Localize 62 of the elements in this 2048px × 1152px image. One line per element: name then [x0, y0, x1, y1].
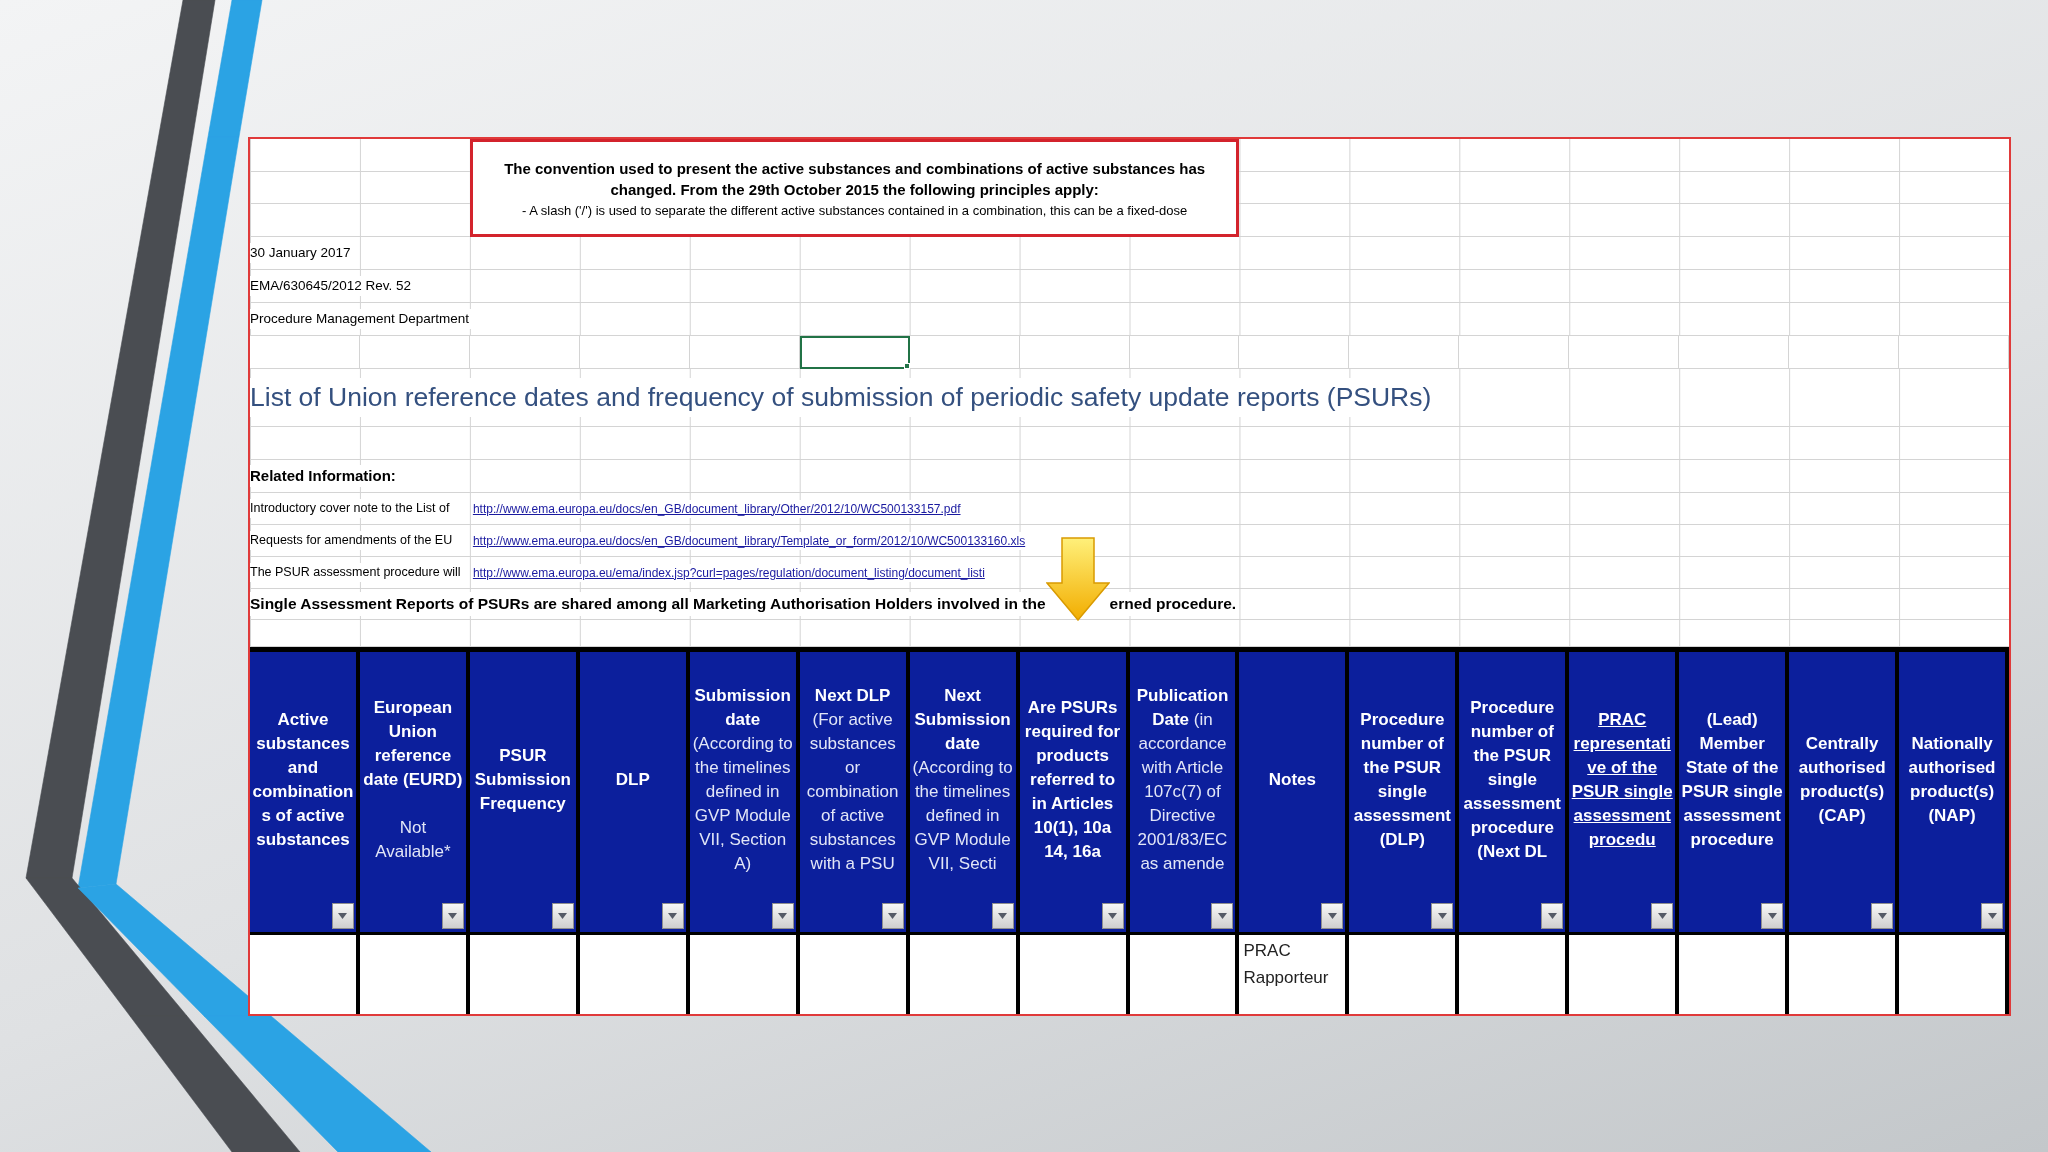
filter-dropdown-button[interactable]	[1541, 903, 1564, 929]
column-header-label: Are PSURs required for products referred to in Articles 10(1), 10a 14, 16a	[1023, 696, 1122, 863]
link-description: The PSUR assessment procedure will	[250, 563, 461, 582]
down-arrow-icon	[1045, 537, 1110, 621]
caret-down-icon	[1877, 913, 1887, 919]
filter-dropdown-button[interactable]	[1871, 903, 1894, 929]
notice-heading: The convention used to present the active substances and combinations of active substances has changed. From the 29th October 2015 the following principles apply:	[503, 158, 1207, 200]
caret-down-icon	[888, 913, 898, 919]
filter-dropdown-button[interactable]	[441, 903, 464, 929]
column-header-label: Submission date (According to the timelines defined in GVP Module VII, Section A)	[691, 684, 794, 875]
filter-dropdown-button[interactable]	[551, 903, 574, 929]
caret-down-icon	[338, 913, 348, 919]
caret-down-icon	[1108, 913, 1117, 919]
filter-dropdown-button[interactable]	[771, 903, 794, 929]
filter-dropdown-button[interactable]	[1651, 903, 1674, 929]
document-info-text: Procedure Management Department	[250, 308, 474, 330]
column-header-label: Procedure number of the PSUR single assessment (DLP)	[1352, 708, 1452, 851]
filter-dropdown-button[interactable]	[1211, 903, 1234, 929]
column-header-label: Centrally authorised product(s) (CAP)	[1797, 732, 1887, 827]
column-header-label: Notes	[1267, 768, 1317, 791]
filter-dropdown-button[interactable]	[661, 903, 684, 929]
caret-down-icon	[1437, 913, 1447, 919]
caret-down-icon	[1547, 913, 1557, 919]
column-header-label: Procedure number of the PSUR single assessment procedure (Next DL	[1462, 696, 1562, 863]
filter-dropdown-button[interactable]	[1321, 903, 1344, 929]
column-header-label: PRAC representative of the PSUR single assessment procedu	[1571, 708, 1674, 851]
link-description: Requests for amendments of the EU	[250, 531, 453, 550]
filter-dropdown-button[interactable]	[331, 903, 354, 929]
caret-down-icon	[668, 913, 678, 919]
caret-down-icon	[1217, 913, 1227, 919]
filter-dropdown-button[interactable]	[1981, 903, 2003, 929]
column-header-label: (Lead) Member State of the PSUR single assessment procedure	[1681, 708, 1784, 851]
column-header-label: Next Submission date (According to the timelines defined in GVP Module VII, Secti	[911, 684, 1014, 875]
filter-dropdown-button[interactable]	[991, 903, 1014, 929]
column-header-label: Active substances and combinations of active substances	[252, 708, 354, 851]
caret-down-icon	[1657, 913, 1667, 919]
notice-text: Single Assessment Reports of PSURs are shared among all Marketing Authorisation Holders involved in the	[250, 592, 1046, 616]
document-link[interactable]: http://www.ema.europa.eu/docs/en_GB/document_library/Other/2012/10/WC500133157.pdf	[472, 499, 961, 518]
notice-text: erned procedure.	[1109, 592, 1237, 616]
column-header-label: Publication Date (in accordance with Article 107c(7) of Directive 2001/83/EC as amende	[1135, 684, 1230, 875]
document-link[interactable]: http://www.ema.europa.eu/ema/index.jsp?curl=pages/regulation/document_listing/document_listi	[472, 563, 985, 582]
notice-principle: - A slash ('/') is used to separate the different active substances contained in a combination, this can be a fixed-dose	[522, 202, 1188, 219]
document-link[interactable]: http://www.ema.europa.eu/docs/en_GB/document_library/Template_or_form/2012/10/WC500133160.xls	[472, 531, 1026, 550]
column-header-label: Next DLP (For active substances or combination of active substances with a PSU	[805, 684, 900, 875]
column-header-label: European Union reference date (EURD)	[362, 696, 464, 791]
sheet-cell[interactable]	[799, 336, 910, 369]
filter-dropdown-button[interactable]	[1431, 903, 1454, 929]
column-header-label: Nationally authorised product(s) (NAP)	[1907, 732, 1997, 827]
caret-down-icon	[558, 913, 568, 919]
column-header-label: DLP	[614, 768, 651, 791]
caret-down-icon	[1987, 913, 1997, 919]
filter-dropdown-button[interactable]	[1761, 903, 1784, 929]
filter-dropdown-button[interactable]	[881, 903, 904, 929]
caret-down-icon	[1767, 913, 1777, 919]
caret-down-icon	[1327, 913, 1337, 919]
filter-dropdown-button[interactable]	[1101, 903, 1124, 929]
column-header-label: PSUR Submission Frequency	[473, 744, 572, 815]
caret-down-icon	[448, 913, 458, 919]
caret-down-icon	[778, 913, 788, 919]
link-description: Introductory cover note to the List of	[250, 499, 450, 518]
column-header-note: Not Available*	[374, 816, 452, 863]
caret-down-icon	[998, 913, 1008, 919]
